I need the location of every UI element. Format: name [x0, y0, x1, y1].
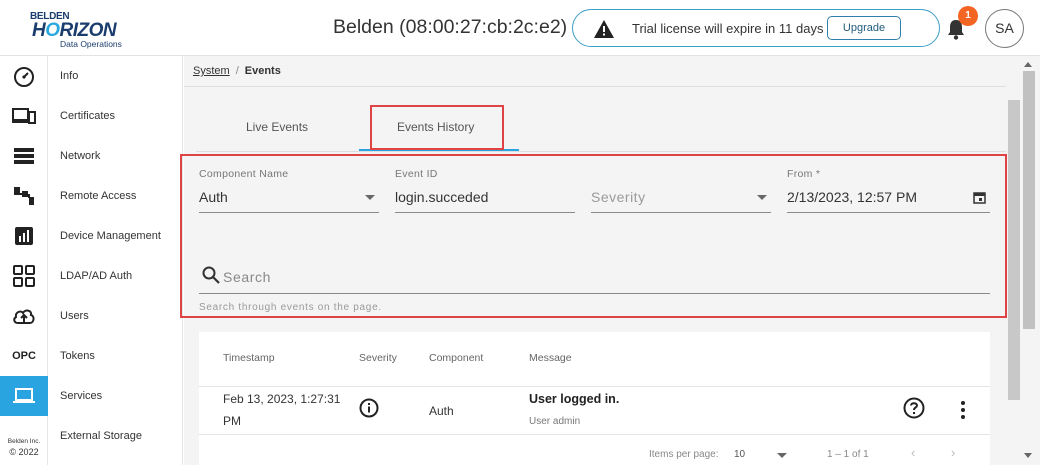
rail-item-list[interactable]	[0, 136, 48, 176]
items-per-page-label: Items per page:	[649, 449, 719, 460]
breadcrumb: System / Events	[193, 65, 281, 77]
scroll-down-arrow-icon[interactable]	[1024, 453, 1032, 458]
devices-icon	[12, 108, 36, 124]
nav-item-remote-access[interactable]: Remote Access	[60, 190, 136, 202]
pagination-range: 1 – 1 of 1	[827, 449, 869, 460]
rail-item-opc[interactable]: OPC	[0, 336, 48, 376]
content-scrollbar-thumb[interactable]	[1008, 100, 1020, 400]
trial-license-text: Trial license will expire in 11 days	[632, 21, 824, 36]
row-message-title: User logged in.	[529, 392, 620, 406]
cloud-upload-icon	[13, 309, 35, 324]
gauge-icon	[14, 67, 34, 87]
rail-footer: Belden Inc. © 2022	[0, 436, 48, 458]
row-timestamp-line1: Feb 13, 2023, 1:27:31	[223, 392, 341, 406]
prev-page-icon[interactable]: ‹	[911, 445, 915, 460]
belden-horizon-logo[interactable]: BELDEN HORIZON Data Operations	[28, 10, 128, 49]
icon-rail: OPC Belden Inc. © 2022	[0, 56, 48, 465]
filter-highlight-box	[180, 154, 1007, 318]
app-header: BELDEN HORIZON Data Operations Belden (0…	[0, 0, 1040, 56]
events-table-card: Timestamp Severity Component Message Feb…	[199, 332, 990, 465]
more-vert-icon[interactable]	[955, 400, 971, 420]
breadcrumb-system-link[interactable]: System	[193, 65, 230, 77]
topology-icon	[14, 187, 34, 205]
tab-live-events[interactable]: Live Events	[246, 120, 308, 134]
row-component: Auth	[429, 404, 454, 418]
nav-item-ldap-auth[interactable]: LDAP/AD Auth	[60, 270, 132, 282]
row-message-detail: User admin	[529, 416, 581, 427]
page-scrollbar-thumb[interactable]	[1023, 71, 1035, 329]
system-nav: Info Certificates Network Remote Access …	[48, 56, 183, 465]
analytics-icon	[15, 227, 33, 245]
device-title: Belden (08:00:27:cb:2c:e2)	[333, 16, 568, 38]
notification-badge: 1	[958, 6, 978, 26]
breadcrumb-divider	[184, 86, 1006, 87]
row-divider	[199, 434, 990, 435]
breadcrumb-current: Events	[244, 65, 281, 77]
trial-license-banner: Trial license will expire in 11 days Upg…	[572, 9, 940, 47]
column-header-message[interactable]: Message	[529, 352, 572, 364]
opc-label: OPC	[12, 350, 36, 362]
rail-item-system[interactable]	[0, 376, 48, 416]
rail-item-topology[interactable]	[0, 176, 48, 216]
nav-item-device-management[interactable]: Device Management	[60, 230, 161, 242]
logo-rizon: RIZON	[59, 20, 117, 41]
items-per-page-caret-icon[interactable]	[777, 453, 787, 458]
breadcrumb-separator: /	[235, 65, 239, 77]
logo-o: O	[45, 20, 60, 41]
warning-icon	[594, 20, 614, 38]
logo-h: H	[32, 20, 46, 41]
list-icon	[14, 148, 34, 164]
info-severity-icon	[359, 398, 379, 418]
column-header-component[interactable]: Component	[429, 352, 483, 364]
next-page-icon[interactable]: ›	[951, 445, 955, 460]
rail-item-apps[interactable]	[0, 256, 48, 296]
footer-copyright: © 2022	[9, 447, 39, 457]
nav-item-certificates[interactable]: Certificates	[60, 110, 115, 122]
nav-item-tokens[interactable]: Tokens	[60, 350, 95, 362]
user-avatar[interactable]: SA	[985, 9, 1024, 48]
upgrade-button[interactable]: Upgrade	[827, 16, 901, 40]
laptop-icon	[13, 388, 35, 403]
header-divider	[199, 386, 990, 387]
nav-item-network[interactable]: Network	[60, 150, 100, 162]
footer-company: Belden Inc.	[7, 438, 41, 445]
nav-item-users[interactable]: Users	[60, 310, 89, 322]
column-header-severity[interactable]: Severity	[359, 352, 397, 364]
rail-item-analytics[interactable]	[0, 216, 48, 256]
rail-item-dashboard[interactable]	[0, 56, 48, 96]
column-header-timestamp[interactable]: Timestamp	[223, 352, 275, 364]
scroll-up-arrow-icon[interactable]	[1024, 62, 1032, 67]
main-content: System / Events Live Events Events History…	[180, 56, 1040, 465]
tab-highlight-box	[370, 105, 504, 150]
nav-item-services[interactable]: Services	[60, 390, 102, 402]
row-timestamp-line2: PM	[223, 414, 241, 428]
rail-item-cloud[interactable]	[0, 296, 48, 336]
nav-item-external-storage[interactable]: External Storage	[60, 430, 142, 442]
apps-grid-icon	[13, 265, 35, 287]
rail-item-devices[interactable]	[0, 96, 48, 136]
logo-line-3: Data Operations	[60, 39, 122, 49]
help-icon[interactable]	[903, 397, 925, 419]
nav-item-info[interactable]: Info	[60, 70, 78, 82]
tabs-divider	[196, 151, 1006, 152]
items-per-page-select[interactable]: 10	[734, 449, 745, 460]
